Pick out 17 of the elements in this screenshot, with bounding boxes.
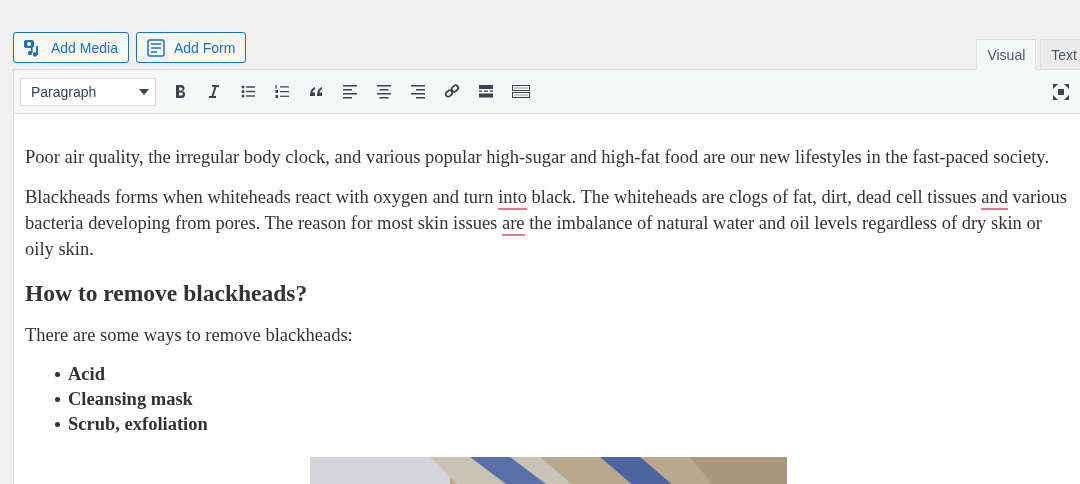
editor-tab[interactable]: Visual: [976, 39, 1037, 70]
caret-icon: [139, 88, 149, 95]
editor-tab[interactable]: Text: [1040, 39, 1080, 70]
list-item: Acid: [68, 363, 105, 386]
form-icon: [146, 38, 165, 57]
heading: How to remove blackheads?: [25, 280, 309, 306]
paragraph: Blackheads forms when whiteheads react with oxygen and turn into black. The whiteheads are clogs of fat, dirt, dead cell tissues and various bacteria developing from pores. The reason for most skin issues are the imbalance of natural water and oil levels regardless of dry skin or oily skin.: [25, 186, 1069, 261]
list-item: Scrub, exfoliation: [68, 413, 208, 436]
add-button[interactable]: Add Media: [13, 32, 129, 63]
bullet-icon: [55, 397, 60, 402]
add-button[interactable]: Add Form: [135, 32, 247, 63]
bullet-icon: [55, 372, 60, 377]
format-select[interactable]: Paragraph: [20, 77, 156, 106]
list-item: Cleansing mask: [68, 388, 193, 411]
paragraph: Poor air quality, the irregular body clock, and various popular high-sugar and high-fat food are our new lifestyles in the fast-paced society.: [25, 146, 1051, 169]
bullet-icon: [55, 422, 60, 427]
paragraph: There are some ways to remove blackheads:: [25, 324, 354, 347]
